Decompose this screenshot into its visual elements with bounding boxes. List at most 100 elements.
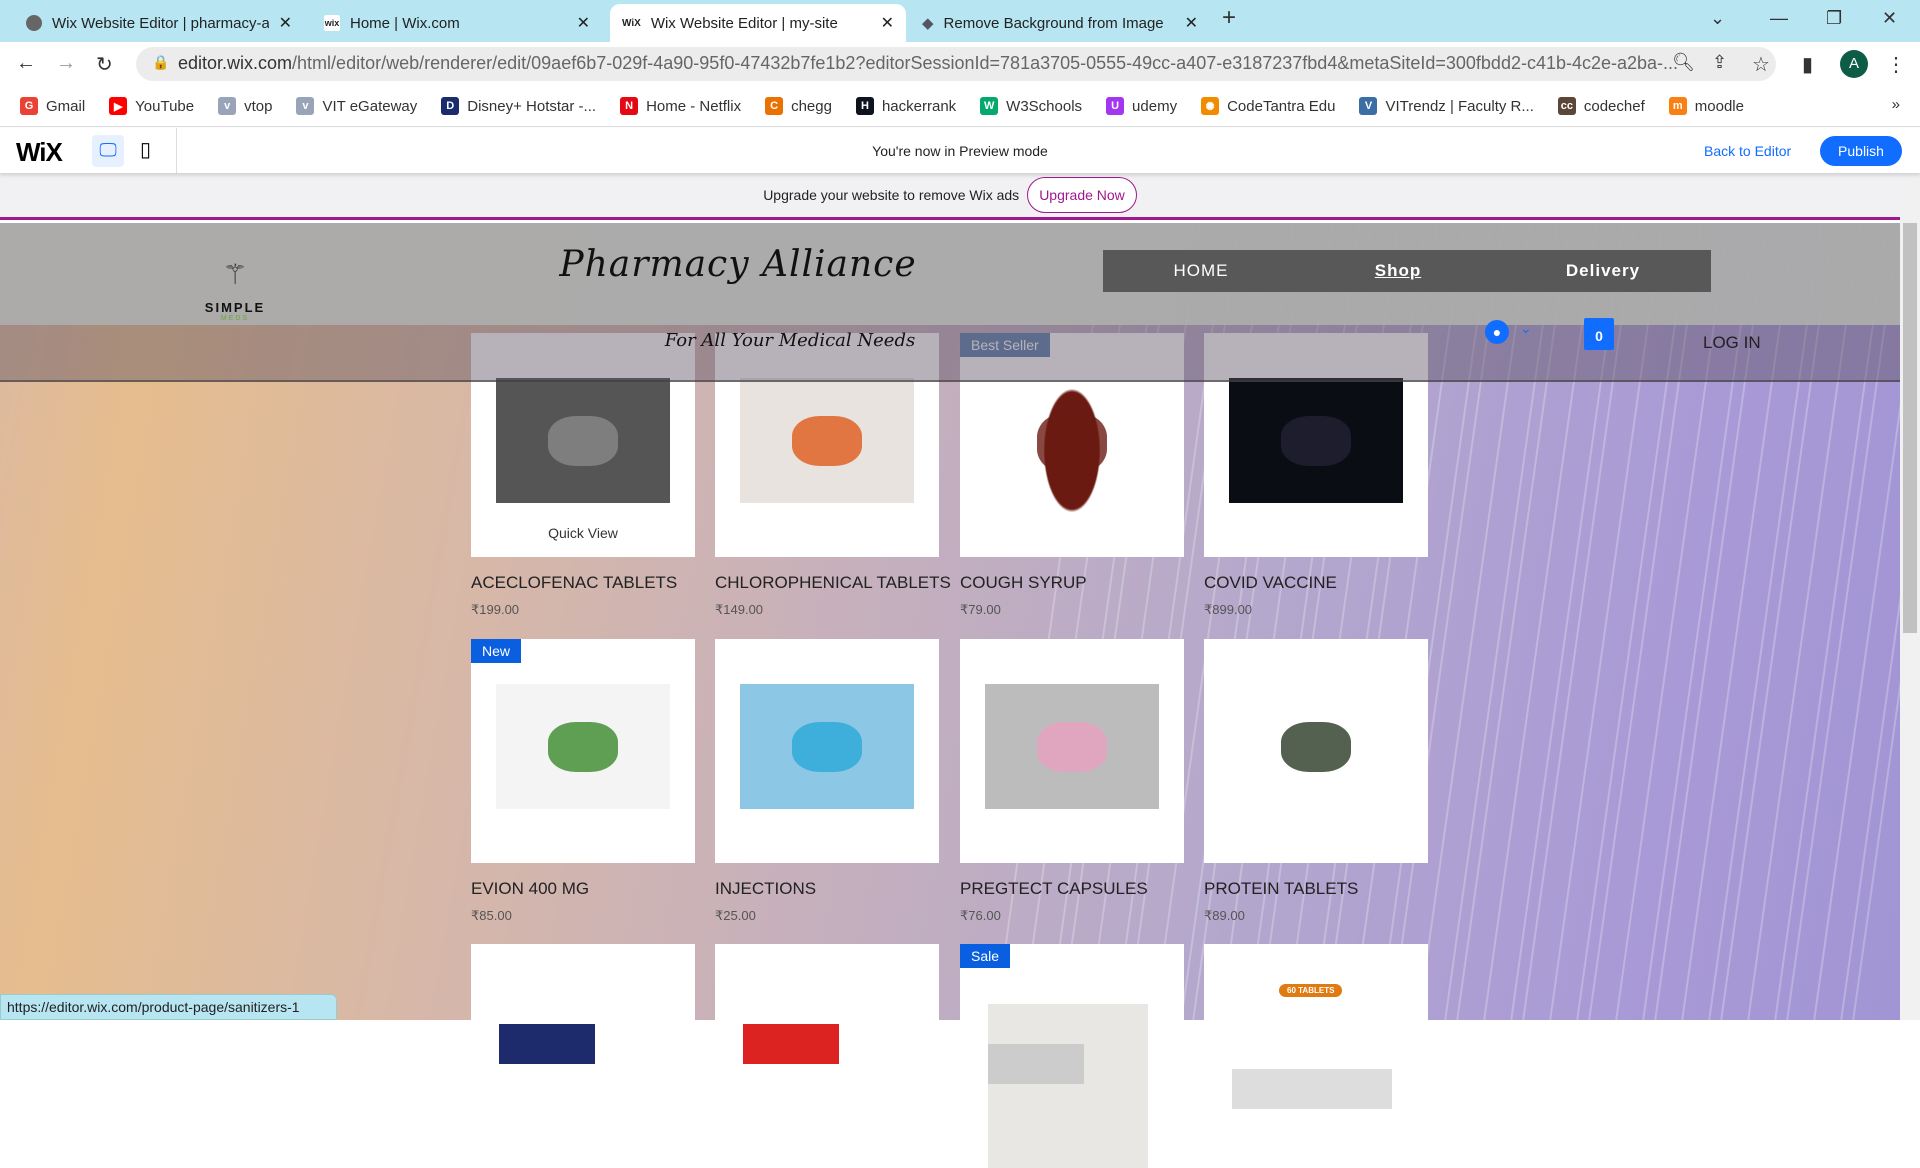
product-name[interactable]: CHLOROPHENICAL TABLETS <box>715 573 951 593</box>
bookmarks-bar: G Gmail ▶ YouTube v vtop v VIT eGateway D Disney+… <box>0 86 1920 127</box>
zoom-icon[interactable]: 🔍︎ <box>1672 52 1695 73</box>
tab-search-chevron-icon[interactable]: ⌄ <box>1710 8 1725 29</box>
maximize-button[interactable]: ❐ <box>1826 8 1842 29</box>
product-label: 60 TABLETS <box>1279 984 1343 997</box>
upgrade-now-button[interactable]: Upgrade Now <box>1027 177 1137 213</box>
nav-shop[interactable]: Shop <box>1373 261 1423 281</box>
close-tab-icon[interactable]: ✕ <box>279 13 292 33</box>
share-icon[interactable]: ⇪ <box>1712 52 1727 73</box>
bookmark-favicon-icon: H <box>855 97 874 115</box>
bookmark-item[interactable]: ✺ CodeTantra Edu <box>1201 97 1335 115</box>
product-image[interactable] <box>1229 378 1403 503</box>
nav-delivery[interactable]: Delivery <box>1563 261 1643 281</box>
publish-button[interactable]: Publish <box>1820 136 1902 166</box>
nav-home[interactable]: HOME <box>1173 261 1229 281</box>
bookmark-favicon-icon: v <box>218 97 237 115</box>
tab-remove-background[interactable]: ◆ Remove Background from Image ✕ <box>910 4 1210 42</box>
bookmark-item[interactable]: ▶ YouTube <box>109 97 194 115</box>
bookmark-favicon-icon: C <box>765 97 784 115</box>
product-card[interactable] <box>715 639 939 863</box>
site-nav: HOME Shop Delivery <box>1103 250 1711 292</box>
bookmark-item[interactable]: D Disney+ Hotstar -... <box>441 97 596 115</box>
bookmark-favicon-icon: G <box>20 97 38 115</box>
bookmark-item[interactable]: V VITrendz | Faculty R... <box>1359 97 1534 115</box>
url-field[interactable]: 🔒 editor.wix.com/html/editor/web/renderer… <box>136 47 1776 81</box>
bookmark-item[interactable]: Uudemy <box>1106 97 1177 115</box>
minimize-button[interactable]: — <box>1770 8 1788 29</box>
chevron-down-icon[interactable]: ⌄ <box>1520 320 1532 337</box>
bookmark-item[interactable]: Hhackerrank <box>855 97 956 115</box>
bookmark-item[interactable]: N Home - Netflix <box>620 97 741 115</box>
bookmark-favicon-icon: v <box>296 97 315 115</box>
bookmark-item[interactable]: G Gmail <box>20 97 85 115</box>
bookmark-star-icon[interactable]: ☆ <box>1752 52 1770 77</box>
product-card[interactable] <box>960 639 1184 863</box>
profile-avatar[interactable]: A <box>1840 50 1868 78</box>
product-image[interactable] <box>985 368 1159 518</box>
product-card[interactable] <box>1204 639 1428 863</box>
close-tab-icon[interactable]: ✕ <box>881 13 894 33</box>
product-name[interactable]: PREGTECT CAPSULES <box>960 879 1148 899</box>
reload-button[interactable]: ↻ <box>96 52 113 77</box>
product-image[interactable] <box>1229 684 1403 809</box>
product-card[interactable]: New <box>471 639 695 863</box>
product-badge: Sale <box>960 944 1011 968</box>
product-name[interactable]: INJECTIONS <box>715 879 816 899</box>
tab-wix-editor-pharmacy[interactable]: Wix Website Editor | pharmacy-a ✕ <box>14 4 304 42</box>
product-name[interactable]: COVID VACCINE <box>1204 573 1337 593</box>
tab-home-wix[interactable]: wix Home | Wix.com ✕ <box>312 4 602 42</box>
forward-button[interactable]: → <box>56 52 76 75</box>
quick-view-button[interactable]: Quick View <box>471 525 695 541</box>
login-link[interactable]: LOG IN <box>1703 333 1761 353</box>
product-image[interactable] <box>496 378 670 503</box>
back-to-editor-link[interactable]: Back to Editor <box>1704 143 1791 159</box>
bookmark-item[interactable]: v vtop <box>218 97 272 115</box>
product-card[interactable] <box>471 944 695 1168</box>
close-tab-icon[interactable]: ✕ <box>577 13 590 33</box>
product-image[interactable] <box>496 684 670 809</box>
bookmark-item[interactable]: m moodle <box>1668 97 1744 115</box>
bookmark-favicon-icon: cc <box>1557 97 1576 115</box>
product-image[interactable] <box>740 378 914 503</box>
tab-bar: Wix Website Editor | pharmacy-a ✕ wix Home… <box>0 0 1920 42</box>
bookmark-item[interactable]: cc codechef <box>1557 97 1645 115</box>
product-name[interactable]: PROTEIN TABLETS <box>1204 879 1358 899</box>
bookmark-favicon-icon: U <box>1106 97 1125 115</box>
site-logo: ⚚ SIMPLE MEDS <box>200 260 270 323</box>
status-bar-url: https://editor.wix.com/product-page/sani… <box>0 994 337 1020</box>
product-card[interactable]: Sale <box>960 944 1184 1168</box>
product-image[interactable] <box>988 1004 1148 1168</box>
side-panel-icon[interactable]: ▮ <box>1802 52 1813 77</box>
product-name[interactable]: ACECLOFENAC TABLETS <box>471 573 677 593</box>
product-price: ₹899.00 <box>1204 602 1253 617</box>
back-button[interactable]: ← <box>16 52 36 75</box>
tab-wix-editor-my-site[interactable]: WiX Wix Website Editor | my-site ✕ <box>610 4 906 42</box>
cart-icon[interactable]: 0 <box>1584 318 1614 350</box>
bookmark-item[interactable]: Cchegg <box>765 97 832 115</box>
product-badge: New <box>471 639 522 663</box>
product-price: ₹149.00 <box>715 602 764 617</box>
product-image[interactable] <box>740 684 914 809</box>
bookmark-favicon-icon: ▶ <box>109 97 128 115</box>
close-tab-icon[interactable]: ✕ <box>1185 13 1198 33</box>
close-window-button[interactable]: ✕ <box>1882 8 1897 29</box>
product-image[interactable] <box>985 684 1159 809</box>
bookmark-item[interactable]: v VIT eGateway <box>296 97 417 115</box>
menu-icon[interactable]: ⋮ <box>1886 52 1906 77</box>
product-name[interactable]: COUGH SYRUP <box>960 573 1087 593</box>
preview-mode-message: You're now in Preview mode <box>872 143 1048 159</box>
product-card[interactable] <box>715 944 939 1168</box>
product-image[interactable] <box>1232 984 1392 1168</box>
product-card[interactable]: 60 TABLETS <box>1204 944 1428 1168</box>
product-name[interactable]: EVION 400 MG <box>471 879 589 899</box>
product-image[interactable] <box>743 984 903 1168</box>
product-image[interactable] <box>499 984 659 1168</box>
scrollbar[interactable] <box>1900 173 1920 1020</box>
user-account-icon[interactable]: ● <box>1485 320 1509 344</box>
new-tab-button[interactable]: + <box>1222 4 1236 32</box>
bookmark-item[interactable]: W W3Schools <box>980 97 1082 115</box>
address-bar: ← → ↻ 🔒 editor.wix.com/html/editor/web/re… <box>0 42 1920 86</box>
site-tagline: For All Your Medical Needs <box>664 330 916 351</box>
scrollbar-thumb[interactable] <box>1903 223 1917 633</box>
bookmarks-more-button[interactable]: » <box>1892 96 1900 113</box>
